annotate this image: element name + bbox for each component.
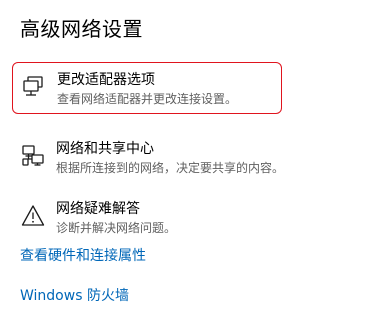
- windows-firewall-link[interactable]: Windows 防火墙: [20, 287, 129, 305]
- item-description: 诊断并解决网络问题。: [56, 221, 177, 235]
- warning-icon: [20, 203, 46, 229]
- network-adapter-icon: [21, 74, 47, 100]
- hardware-connection-properties-link[interactable]: 查看硬件和连接属性: [20, 247, 146, 265]
- item-title: 网络和共享中心: [56, 141, 154, 157]
- item-title: 更改适配器选项: [57, 72, 155, 88]
- section-title: 高级网络设置: [20, 17, 143, 41]
- item-description: 根据所连接到的网络，决定要共享的内容。: [56, 161, 285, 175]
- network-sharing-center-item[interactable]: 网络和共享中心 根据所连接到的网络，决定要共享的内容。: [12, 132, 285, 184]
- item-title: 网络疑难解答: [56, 201, 140, 217]
- sharing-center-icon: [20, 143, 46, 169]
- network-troubleshooter-item[interactable]: 网络疑难解答 诊断并解决网络问题。: [12, 192, 282, 244]
- change-adapter-options-item[interactable]: 更改适配器选项 查看网络适配器并更改连接设置。: [12, 62, 282, 114]
- item-description: 查看网络适配器并更改连接设置。: [57, 92, 238, 106]
